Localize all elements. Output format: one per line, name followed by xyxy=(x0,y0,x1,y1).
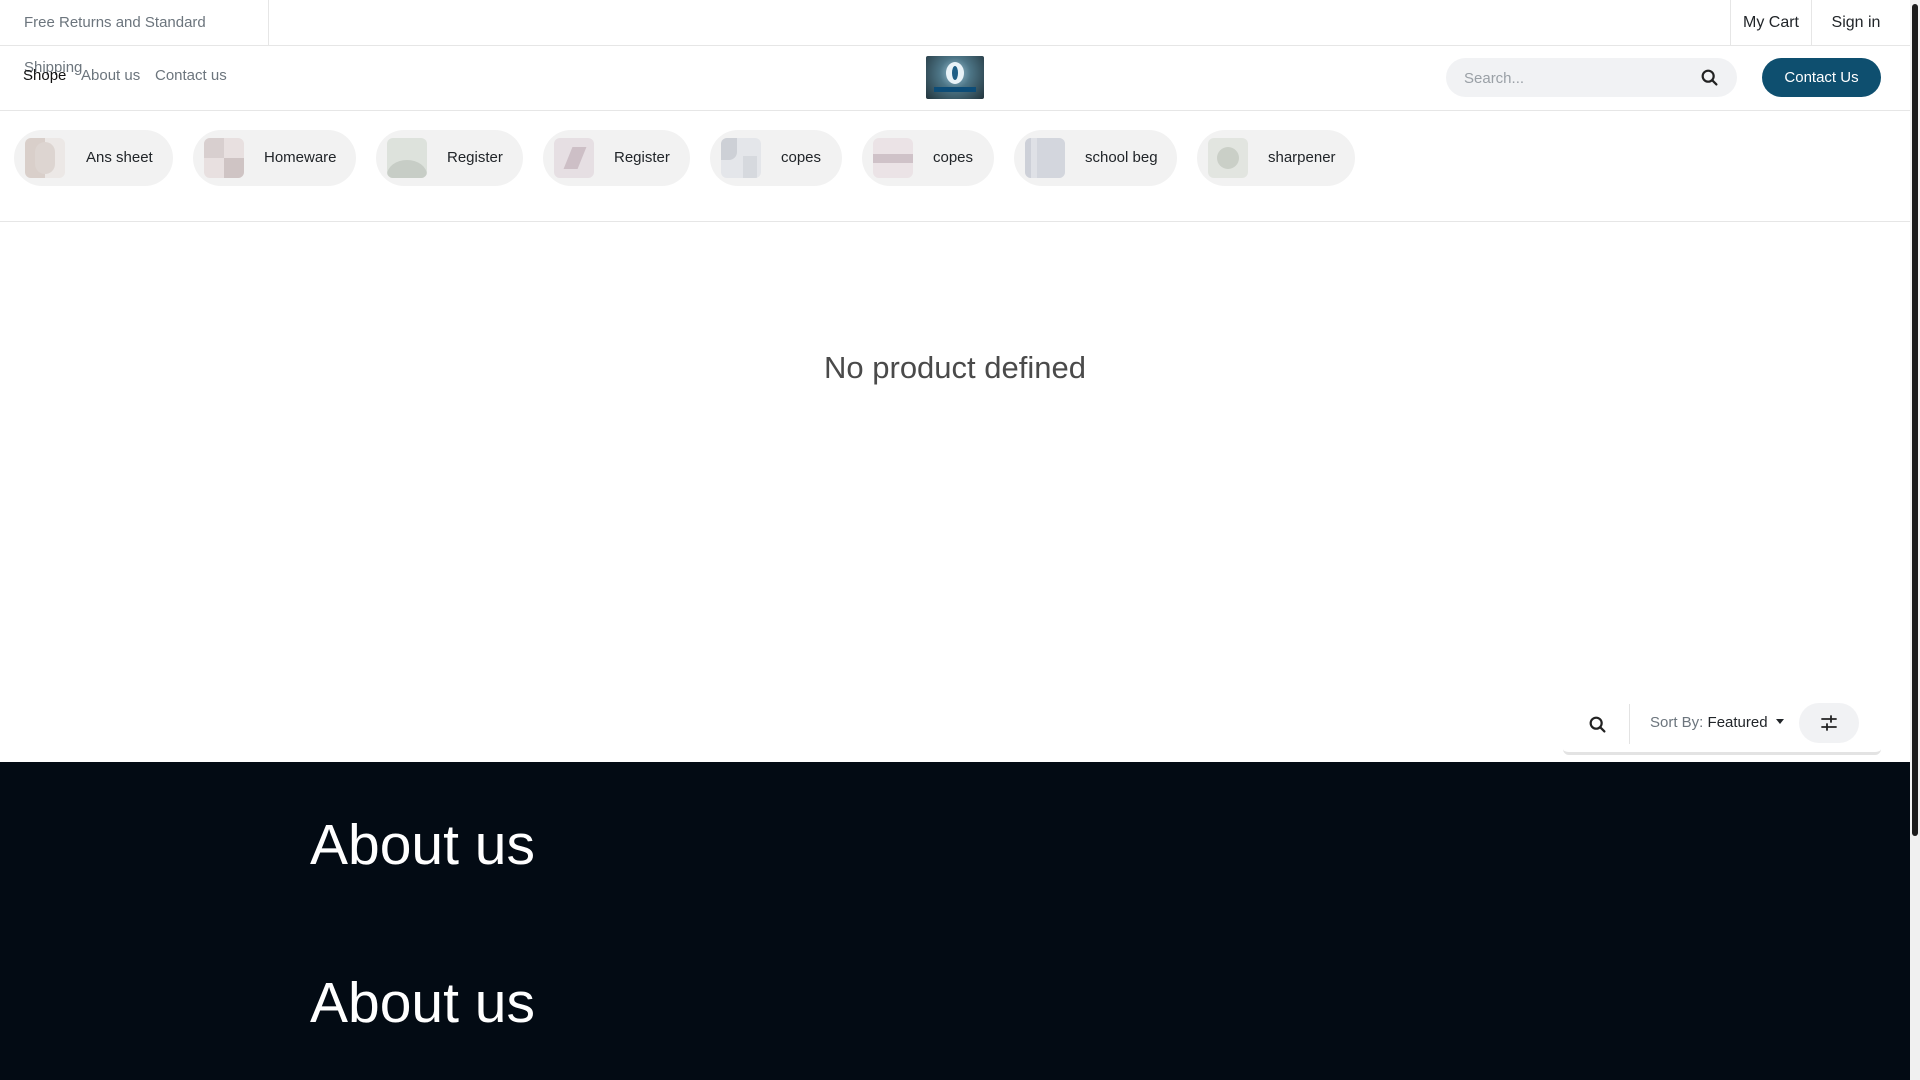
category-label: Ans sheet xyxy=(86,149,153,166)
search-box xyxy=(1446,58,1737,97)
empty-products-message: No product defined xyxy=(824,350,1086,385)
sort-dropdown[interactable]: Sort By: Featured xyxy=(1650,714,1784,731)
scrollbar-thumb[interactable] xyxy=(1912,4,1918,836)
category-bar: Ans sheet Homeware Register Register cop… xyxy=(0,111,1910,222)
toolbar-divider xyxy=(1629,704,1630,744)
search-icon[interactable] xyxy=(1587,714,1609,736)
category-thumbnail xyxy=(387,138,427,178)
category-pill[interactable]: sharpener xyxy=(1197,130,1355,186)
category-thumbnail xyxy=(1208,138,1248,178)
category-thumbnail xyxy=(25,138,65,178)
category-label: Homeware xyxy=(264,149,337,166)
top-bar: Free Returns and Standard Shipping My Ca… xyxy=(0,0,1910,76)
nav-link-about[interactable]: About us xyxy=(81,67,140,84)
sort-value: Featured xyxy=(1707,714,1768,731)
sliders-icon xyxy=(1821,715,1837,731)
search-input[interactable] xyxy=(1464,68,1684,88)
search-icon[interactable] xyxy=(1699,67,1721,89)
category-label: copes xyxy=(933,149,974,166)
category-thumbnail xyxy=(873,138,913,178)
products-toolbar: Sort By: Featured xyxy=(1563,702,1881,755)
category-pill[interactable]: copes xyxy=(862,130,994,186)
my-cart-link[interactable]: My Cart xyxy=(1730,0,1811,45)
category-thumbnail xyxy=(721,138,761,178)
category-label: sharpener xyxy=(1268,149,1336,166)
category-pill[interactable]: Register xyxy=(543,130,690,186)
sort-prefix: Sort By: xyxy=(1650,714,1704,731)
category-thumbnail xyxy=(204,138,244,178)
site-logo[interactable] xyxy=(926,56,984,99)
category-pill[interactable]: copes xyxy=(710,130,842,186)
category-pill[interactable]: Register xyxy=(376,130,523,186)
nav-link-contact[interactable]: Contact us xyxy=(155,67,227,84)
contact-us-button[interactable]: Contact Us xyxy=(1762,58,1881,97)
chevron-down-icon xyxy=(1775,719,1784,724)
logo-emblem xyxy=(946,62,964,84)
category-thumbnail xyxy=(554,138,594,178)
footer-heading: About us xyxy=(310,813,535,877)
nav-link-shop[interactable]: Shope xyxy=(23,67,66,84)
category-pill[interactable]: Ans sheet xyxy=(14,130,173,186)
category-thumbnail xyxy=(1025,138,1065,178)
promo-text: Free Returns and Standard Shipping xyxy=(0,0,269,76)
main-navbar: Shope About us Contact us Contact Us xyxy=(0,46,1910,111)
category-label: Register xyxy=(447,149,503,166)
category-label: school beg xyxy=(1085,149,1158,166)
logo-banner xyxy=(934,87,976,92)
category-pill[interactable]: school beg xyxy=(1014,130,1177,186)
footer-heading: About us xyxy=(310,971,535,1035)
category-label: Register xyxy=(614,149,670,166)
category-pill[interactable]: Homeware xyxy=(193,130,356,186)
page: Free Returns and Standard Shipping My Ca… xyxy=(0,0,1910,1080)
filter-button[interactable] xyxy=(1799,703,1859,743)
category-label: copes xyxy=(781,149,822,166)
sign-in-link[interactable]: Sign in xyxy=(1811,0,1900,45)
footer: About us About us xyxy=(0,762,1910,1080)
